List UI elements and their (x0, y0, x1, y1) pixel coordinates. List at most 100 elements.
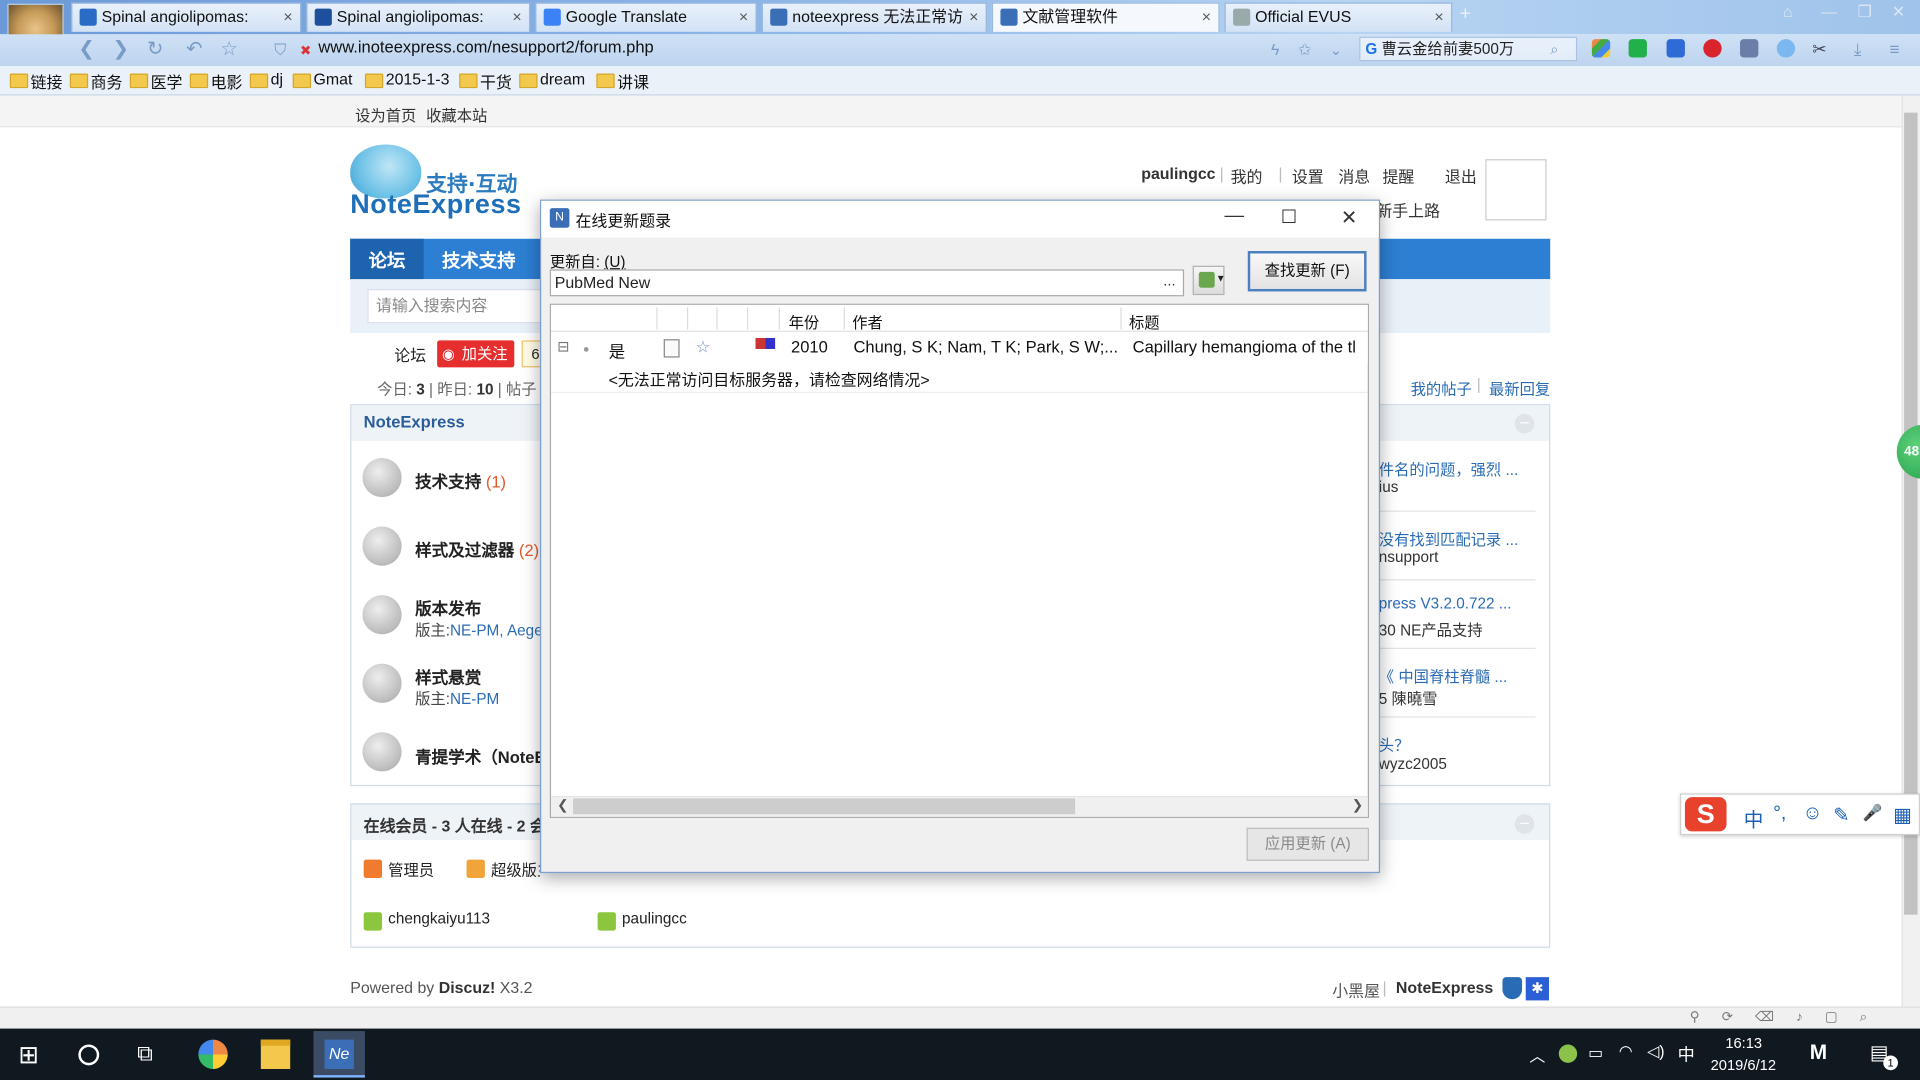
logout-link[interactable]: 退出 (1445, 164, 1477, 187)
collapse-online-icon[interactable]: − (1514, 814, 1535, 834)
latest-reply-link[interactable]: 最新回复 (1489, 376, 1550, 399)
bookmark-folder[interactable]: dream (519, 70, 585, 89)
bookmark-folder[interactable]: 医学 (129, 70, 182, 93)
my-link[interactable]: 我的 (1231, 164, 1263, 187)
dropdown-chevron-icon[interactable]: ⌄ (1330, 42, 1342, 59)
recent-post-title[interactable]: 头？ (1379, 732, 1410, 755)
recent-post-title[interactable]: press V3.2.0.722 ... (1379, 595, 1512, 612)
bookmark-star-icon[interactable]: ✩ (1298, 40, 1311, 60)
ime-chinese-mode[interactable]: 中 (1744, 803, 1764, 832)
nav-forum[interactable]: 论坛 (369, 247, 406, 273)
apply-updates-button[interactable]: 应用更新 (A) (1246, 827, 1369, 861)
scissors-icon[interactable]: ✂ (1812, 39, 1826, 60)
reminders-link[interactable]: 提醒 (1382, 164, 1414, 187)
browser-tab[interactable]: Official EVUS × (1224, 2, 1453, 32)
expand-collapse-icon[interactable]: ⊟ (557, 338, 569, 355)
column-divider[interactable] (778, 307, 781, 330)
nav-tech-support[interactable]: 技术支持 (442, 247, 515, 273)
tab-close-icon[interactable]: × (1202, 4, 1211, 31)
task-view-icon[interactable]: ⧉ (137, 1041, 153, 1067)
status-bar-icons[interactable]: ⚲⟳⌫♪▢⌕ (1690, 1009, 1889, 1026)
bookmark-folder[interactable]: 2015-1-3 (364, 70, 449, 89)
browser-tab[interactable]: Spinal angiolipomas: × (71, 2, 302, 32)
security-badge-icon[interactable] (1502, 977, 1523, 1000)
my-posts-link[interactable]: 我的帖子 (1411, 376, 1472, 399)
browser-tab[interactable]: Spinal angiolipomas: × (306, 2, 531, 32)
scroll-left-icon[interactable]: ❮ (557, 797, 568, 813)
browse-source-button[interactable]: ... (1163, 272, 1175, 289)
column-divider[interactable] (1120, 307, 1122, 330)
bookmark-folder[interactable]: 干货 (459, 70, 512, 93)
recent-post-user[interactable]: ius (1379, 479, 1399, 496)
forum-releases[interactable]: 版本发布 (415, 595, 481, 619)
download-icon[interactable]: ⤓ (1854, 39, 1862, 60)
file-explorer-icon[interactable] (260, 1039, 291, 1069)
column-divider[interactable] (843, 307, 845, 330)
window-skin-icon[interactable]: ⌂ (1783, 2, 1793, 20)
bookmark-folder[interactable]: dj (249, 70, 283, 89)
online-user[interactable]: chengkaiyu113 (388, 910, 490, 927)
battery-icon[interactable]: ▭ (1588, 1043, 1603, 1063)
recent-post-user[interactable]: wyzc2005 (1379, 756, 1447, 773)
forum-tech-support[interactable]: 技术支持 (1) (415, 468, 506, 492)
site-search-input[interactable]: 请输入搜索内容 (367, 288, 564, 324)
cortana-icon[interactable] (78, 1044, 100, 1066)
recent-post-title[interactable]: 件名的问题，强烈 ... (1379, 457, 1518, 480)
grid-scroll-thumb[interactable] (573, 798, 1076, 815)
camera-extension-icon[interactable] (1740, 39, 1759, 58)
blacklist-link[interactable]: 小黑屋 (1332, 978, 1380, 1001)
bookmark-folder[interactable]: 商务 (69, 70, 122, 93)
baidu-paw-icon[interactable]: ✱ (1525, 977, 1549, 1001)
moderator-links[interactable]: NE-PM, Aege (450, 622, 540, 639)
moderator-links[interactable]: NE-PM (450, 691, 499, 708)
recent-post-user[interactable]: 30 NE产品支持 (1379, 617, 1483, 640)
ime-voice-icon[interactable]: 🎤 (1862, 803, 1882, 823)
ime-handwrite-icon[interactable]: ✎ (1833, 803, 1849, 827)
column-title[interactable]: 标题 (1129, 310, 1160, 333)
minimize-window-button[interactable]: — (1821, 2, 1837, 20)
column-divider[interactable] (656, 307, 658, 330)
ime-toolbox-icon[interactable]: ▦ (1893, 803, 1912, 827)
site-logo[interactable]: NoteExpress (350, 189, 521, 221)
star-icon[interactable]: ☆ (696, 338, 711, 358)
forum-styles-filters[interactable]: 样式及过滤器 (2) (415, 536, 539, 560)
extension-icon[interactable] (1666, 39, 1685, 58)
tray-app-icon[interactable] (1558, 1044, 1578, 1063)
source-field[interactable]: PubMed New (549, 269, 1185, 297)
dialog-maximize-button[interactable]: ☐ (1281, 206, 1297, 228)
dialog-minimize-button[interactable]: — (1225, 206, 1245, 228)
bookmark-folder[interactable]: 链接 (9, 70, 63, 93)
recent-post-title[interactable]: 《 中国脊柱脊髓 ... (1379, 664, 1507, 687)
bookmark-site-link[interactable]: 收藏本站 (426, 103, 487, 126)
forward-icon[interactable]: ❯ (113, 37, 129, 61)
tray-m-icon[interactable]: M (1810, 1041, 1827, 1065)
forum-breadcrumb[interactable]: 论坛 (394, 343, 426, 366)
volume-icon[interactable]: ◁) (1647, 1042, 1665, 1062)
ime-emoji-icon[interactable]: ☺ (1802, 803, 1822, 825)
search-icon[interactable]: ⌕ (1550, 40, 1558, 58)
browser-tab[interactable]: Google Translate × (535, 2, 757, 32)
browser-tab[interactable]: 文献管理软件 × (991, 2, 1220, 32)
find-updates-button[interactable]: 查找更新 (F) (1247, 251, 1367, 292)
column-divider[interactable] (686, 307, 689, 330)
undo-close-icon[interactable]: ↶ (186, 37, 202, 61)
translate-extension-icon[interactable] (1776, 39, 1796, 58)
scroll-right-icon[interactable]: ❯ (1352, 797, 1363, 813)
column-divider[interactable] (716, 307, 718, 330)
show-hidden-icons[interactable]: ︿ (1529, 1043, 1545, 1066)
start-windows-icon[interactable]: ⊞ (18, 1040, 39, 1071)
discuz-link[interactable]: Discuz! (439, 978, 496, 996)
wifi-icon[interactable]: ◠ (1619, 1042, 1633, 1062)
tab-close-icon[interactable]: × (283, 4, 292, 31)
noteexpress-taskbar-icon[interactable]: Ne (324, 1039, 354, 1069)
clock-time[interactable]: 16:13 (1725, 1035, 1762, 1052)
weibo-follow-button[interactable]: ◉ 加关注 (437, 340, 515, 368)
tab-close-icon[interactable]: × (512, 4, 521, 31)
collapse-section-icon[interactable]: − (1514, 413, 1535, 434)
tab-close-icon[interactable]: × (969, 4, 978, 31)
column-author[interactable]: 作者 (852, 310, 883, 333)
set-homepage-link[interactable]: 设为首页 (355, 103, 416, 126)
column-divider[interactable] (746, 307, 749, 330)
footer-noteexpress-link[interactable]: NoteExpress (1396, 978, 1493, 996)
bookmark-folder[interactable]: Gmat (292, 70, 352, 89)
